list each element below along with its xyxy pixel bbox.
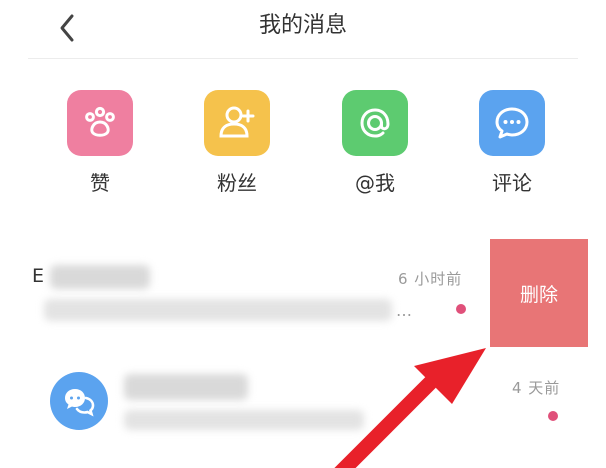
message-time: 6 小时前 xyxy=(398,270,463,288)
chat-bubble-icon xyxy=(495,107,529,139)
comments-tile xyxy=(479,90,545,156)
fans-tile xyxy=(204,90,270,156)
category-mentions[interactable]: @我 xyxy=(335,90,415,196)
delete-button[interactable]: 删除 xyxy=(490,239,588,347)
sender-name-blurred xyxy=(124,374,248,400)
category-fans[interactable]: 粉丝 xyxy=(197,90,277,196)
unread-dot xyxy=(456,304,466,314)
category-likes[interactable]: 赞 xyxy=(60,90,140,196)
likes-tile xyxy=(67,90,133,156)
sender-name-initial: E xyxy=(32,265,45,287)
category-label: 评论 xyxy=(492,171,532,195)
add-user-icon xyxy=(219,106,255,138)
sender-name-blurred xyxy=(50,265,150,289)
paw-icon xyxy=(85,106,115,137)
message-time: 4 天前 xyxy=(512,379,561,397)
category-label: 赞 xyxy=(90,171,110,195)
nav-header: 我的消息 xyxy=(0,0,606,58)
chat-bubbles-icon xyxy=(65,389,95,417)
mentions-tile xyxy=(342,90,408,156)
sender-avatar[interactable] xyxy=(50,372,108,430)
header-divider xyxy=(28,58,578,59)
unread-dot xyxy=(548,411,558,421)
preview-ellipsis: … xyxy=(396,301,412,320)
message-preview-blurred xyxy=(44,299,392,321)
page-title: 我的消息 xyxy=(258,13,347,38)
category-comments[interactable]: 评论 xyxy=(472,90,552,196)
category-label: 粉丝 xyxy=(217,171,257,195)
message-preview-blurred xyxy=(124,410,364,430)
at-icon xyxy=(360,108,390,138)
category-label: @我 xyxy=(355,171,395,195)
